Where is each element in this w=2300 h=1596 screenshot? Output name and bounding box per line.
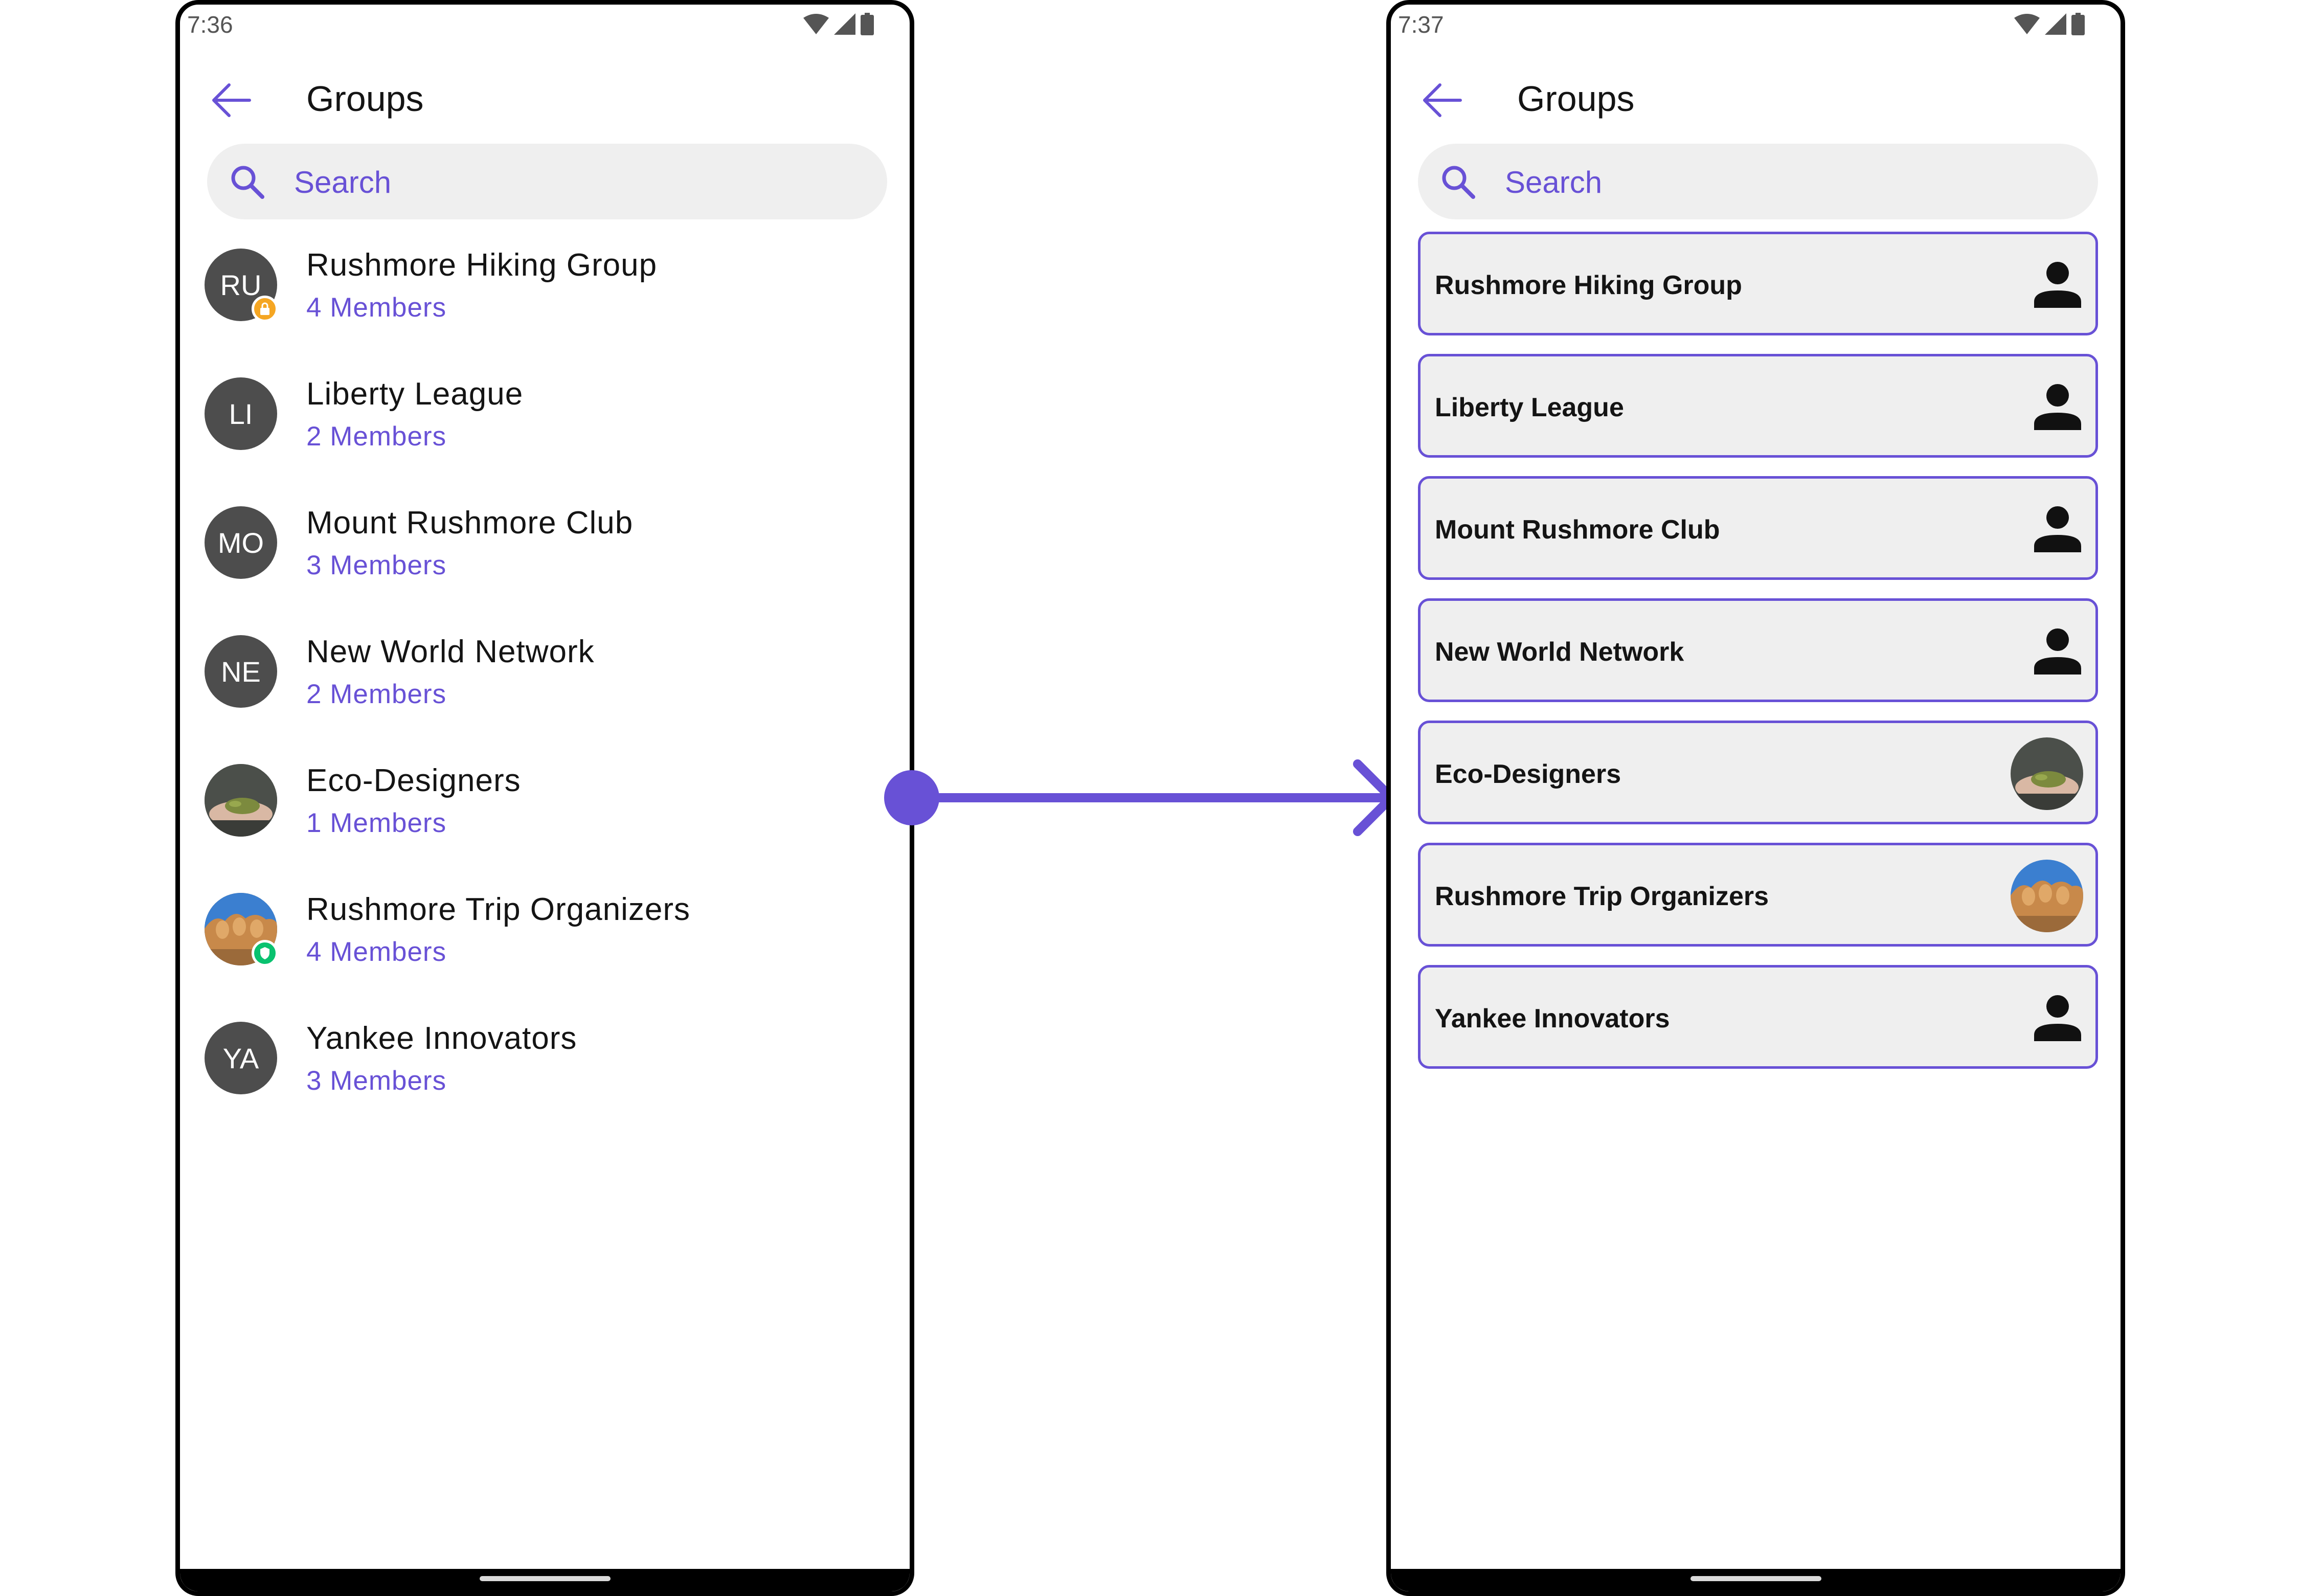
list-item[interactable]: NE New World Network 2 Members: [180, 621, 910, 750]
group-name: Liberty League: [1435, 393, 1624, 422]
avatar: MO: [205, 506, 277, 579]
avatar: LI: [205, 377, 277, 450]
wifi-icon: [2014, 14, 2040, 34]
home-indicator[interactable]: [479, 1576, 611, 1581]
group-name: Yankee Innovators: [1435, 1004, 1670, 1033]
page-title: Groups: [306, 79, 424, 119]
status-bar: 7:37: [1391, 5, 2121, 40]
member-count: 1 Members: [306, 808, 447, 838]
group-name: Rushmore Trip Organizers: [1435, 882, 1769, 911]
avatar-initials: RU: [220, 268, 262, 301]
app-bar: Groups: [180, 66, 910, 132]
status-time: 7:37: [1398, 11, 1444, 38]
group-card[interactable]: Liberty League: [1418, 354, 2098, 458]
list-item[interactable]: Eco-Designers 1 Members: [180, 750, 910, 879]
member-count: 2 Members: [306, 421, 447, 452]
avatar: YA: [205, 1022, 277, 1094]
navigation-bar: [1391, 1569, 2121, 1591]
search-icon: [231, 166, 264, 199]
search-icon: [1442, 166, 1475, 199]
avatar: [205, 764, 277, 837]
back-button[interactable]: [1419, 77, 1465, 123]
group-card[interactable]: Rushmore Hiking Group: [1418, 232, 2098, 335]
status-bar: 7:36: [180, 5, 910, 40]
navigation-bar: [180, 1569, 910, 1591]
battery-icon: [2071, 13, 2085, 35]
group-card[interactable]: Yankee Innovators: [1418, 965, 2098, 1069]
phone-before: 7:36 Groups RU Rushmore Hiking Group: [175, 0, 914, 1596]
person-icon: [2034, 262, 2081, 308]
hands-soil-photo: [205, 764, 277, 837]
list-item[interactable]: YA Yankee Innovators 3 Members: [180, 1008, 910, 1137]
avatar: NE: [205, 635, 277, 708]
group-card[interactable]: Mount Rushmore Club: [1418, 476, 2098, 580]
avatar: [205, 893, 278, 966]
search-input[interactable]: [293, 159, 858, 205]
home-indicator[interactable]: [1690, 1576, 1821, 1581]
list-item[interactable]: RU Rushmore Hiking Group 4 Members: [180, 235, 910, 364]
hands-soil-photo: [2011, 737, 2083, 810]
wifi-icon: [803, 14, 829, 34]
status-time: 7:36: [187, 11, 233, 38]
lock-badge-icon: [252, 296, 278, 322]
group-card[interactable]: Rushmore Trip Organizers: [1418, 843, 2098, 947]
group-name: Mount Rushmore Club: [306, 505, 634, 541]
search-input[interactable]: [1504, 159, 2068, 205]
battery-icon: [861, 13, 874, 35]
group-name: Liberty League: [306, 376, 524, 412]
group-name: Rushmore Trip Organizers: [306, 892, 691, 927]
group-name: Rushmore Hiking Group: [1435, 271, 1742, 300]
page-title: Groups: [1517, 79, 1635, 119]
group-name: New World Network: [306, 634, 595, 669]
group-card[interactable]: New World Network: [1418, 598, 2098, 702]
group-name: Rushmore Hiking Group: [306, 248, 658, 283]
cell-signal-icon: [834, 13, 855, 35]
list-item[interactable]: Rushmore Trip Organizers 4 Members: [180, 879, 910, 1008]
member-count: 3 Members: [306, 1066, 447, 1096]
cell-signal-icon: [2045, 13, 2066, 35]
group-name: Eco-Designers: [306, 763, 521, 798]
avatar-initials: LI: [229, 397, 253, 430]
avatar-initials: MO: [217, 526, 264, 559]
group-name: Yankee Innovators: [306, 1021, 577, 1056]
mount-rushmore-photo: [2011, 860, 2083, 932]
person-icon: [2034, 384, 2081, 430]
person-icon: [2034, 628, 2081, 675]
avatar-initials: NE: [221, 655, 261, 688]
group-name: Eco-Designers: [1435, 759, 1621, 789]
back-button[interactable]: [208, 77, 254, 123]
shield-badge-icon: [252, 940, 278, 966]
back-arrow-icon: [1423, 83, 1462, 117]
search-bar[interactable]: [1418, 144, 2098, 219]
list-item[interactable]: LI Liberty League 2 Members: [180, 364, 910, 492]
group-card[interactable]: Eco-Designers: [1418, 721, 2098, 824]
search-bar[interactable]: [207, 144, 887, 219]
app-bar: Groups: [1391, 66, 2121, 132]
member-count: 2 Members: [306, 679, 447, 709]
avatar: RU: [205, 249, 278, 322]
person-icon: [2034, 995, 2081, 1041]
avatar-initials: YA: [222, 1042, 259, 1074]
member-count: 3 Members: [306, 550, 447, 580]
back-arrow-icon: [212, 83, 251, 117]
group-name: New World Network: [1435, 637, 1684, 667]
person-icon: [2034, 506, 2081, 552]
phone-after: 7:37 Groups Rushmore Hiking Group Libert: [1386, 0, 2125, 1596]
member-count: 4 Members: [306, 293, 447, 323]
group-name: Mount Rushmore Club: [1435, 515, 1720, 545]
list-item[interactable]: MO Mount Rushmore Club 3 Members: [180, 492, 910, 621]
member-count: 4 Members: [306, 937, 447, 967]
